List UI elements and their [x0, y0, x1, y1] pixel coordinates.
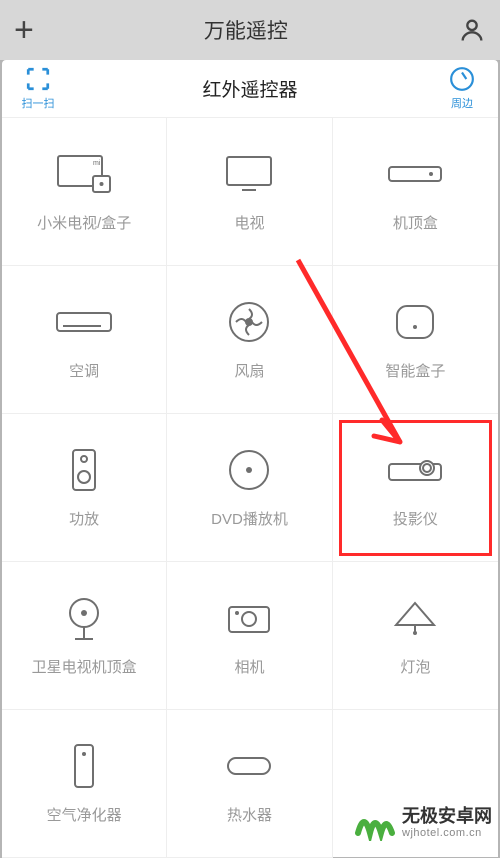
device-label: 空调	[69, 360, 99, 381]
scan-label: 扫一扫	[22, 95, 55, 111]
device-grid: mi 小米电视/盒子 电视 机顶盒空调 风扇 智能盒子功放 DVD播放机 投影仪卫星电视机顶盒…	[2, 118, 498, 858]
device-purifier[interactable]: 空气净化器	[2, 710, 167, 858]
device-sat[interactable]: 卫星电视机顶盒	[2, 562, 167, 710]
device-dvd[interactable]: DVD播放机	[167, 414, 332, 562]
app-title: 万能遥控	[204, 15, 288, 45]
device-projector[interactable]: 投影仪	[333, 414, 498, 562]
watermark-logo-icon	[354, 805, 396, 841]
device-label: 灯泡	[400, 656, 430, 677]
watermark-cn: 无极安卓网	[402, 807, 492, 827]
device-label: 电视	[234, 212, 264, 233]
app-header: + 万能遥控	[0, 0, 500, 60]
device-label: 空气净化器	[47, 804, 122, 825]
device-ac[interactable]: 空调	[2, 266, 167, 414]
device-amp[interactable]: 功放	[2, 414, 167, 562]
modal-title: 红外遥控器	[202, 75, 297, 102]
amp-icon	[70, 446, 98, 494]
device-fan[interactable]: 风扇	[167, 266, 332, 414]
device-label: 功放	[69, 508, 99, 529]
projector-icon	[387, 446, 443, 494]
modal-header: 扫一扫 红外遥控器 周边	[2, 60, 498, 118]
device-label: 卫星电视机顶盒	[32, 656, 137, 677]
watermark-en: wjhotel.com.cn	[402, 827, 492, 839]
device-label: 相机	[234, 656, 264, 677]
device-tv[interactable]: 电视	[167, 118, 332, 266]
stb-icon	[387, 150, 443, 198]
device-stb[interactable]: 机顶盒	[333, 118, 498, 266]
device-label: 热水器	[227, 804, 272, 825]
ac-icon	[55, 298, 113, 346]
svg-text:mi: mi	[93, 160, 101, 167]
smartbox-icon	[394, 298, 436, 346]
watermark: 无极安卓网 wjhotel.com.cn	[354, 805, 492, 841]
device-smartbox[interactable]: 智能盒子	[333, 266, 498, 414]
scan-icon	[25, 66, 51, 92]
device-label: 风扇	[234, 360, 264, 381]
device-label: 智能盒子	[385, 360, 445, 381]
dvd-icon	[228, 446, 270, 494]
tv-icon	[224, 150, 274, 198]
device-heater[interactable]: 热水器	[167, 710, 332, 858]
device-selector-modal: 扫一扫 红外遥控器 周边 mi 小米电视/盒子 电视 机顶盒空调 风扇 智能盒子功放 DVD…	[2, 60, 498, 857]
device-camera[interactable]: 相机	[167, 562, 332, 710]
device-label: 小米电视/盒子	[37, 212, 131, 233]
device-label: 机顶盒	[393, 212, 438, 233]
heater-icon	[225, 742, 273, 790]
lamp-icon	[392, 594, 438, 642]
mi-tv-icon: mi	[55, 150, 113, 198]
fan-icon	[228, 298, 270, 346]
add-button[interactable]: +	[14, 11, 34, 50]
clock-icon	[449, 66, 475, 92]
scan-button[interactable]: 扫一扫	[14, 66, 62, 111]
camera-icon	[226, 594, 272, 642]
purifier-icon	[72, 742, 96, 790]
device-label: DVD播放机	[211, 508, 288, 529]
device-lamp[interactable]: 灯泡	[333, 562, 498, 710]
device-label: 投影仪	[393, 508, 438, 529]
nearby-button[interactable]: 周边	[438, 66, 486, 111]
sat-icon	[63, 594, 105, 642]
device-mi-tv[interactable]: mi 小米电视/盒子	[2, 118, 167, 266]
nearby-label: 周边	[451, 95, 473, 111]
profile-icon[interactable]	[458, 16, 486, 44]
